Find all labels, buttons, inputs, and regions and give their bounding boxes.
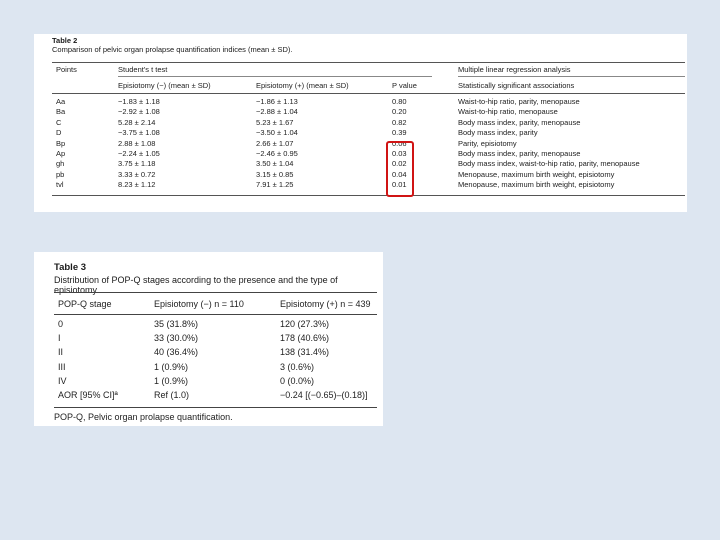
- cell-point: Ap: [56, 149, 66, 158]
- table-row: Aa −1.83 ± 1.18 −1.86 ± 1.13 0.80 Waist-to-h…: [34, 97, 687, 106]
- cell-associations: Waist-to-hip ratio, menopause: [458, 107, 558, 117]
- header-students-t: Student's t test: [118, 65, 168, 74]
- cell-t3-minus: 1 (0.9%): [154, 375, 189, 386]
- cell-point: tvl: [56, 180, 64, 190]
- header-regression: Multiple linear regression analysis: [458, 65, 571, 74]
- cell-associations: Parity, episiotomy: [458, 138, 517, 148]
- cell-epi-minus: 2.88 ± 1.08: [118, 138, 156, 148]
- cell-t3-minus: 40 (36.4%): [154, 347, 199, 358]
- header-epi-plus: Episiotomy (+) (mean ± SD): [256, 81, 349, 90]
- cell-epi-minus: −2.92 ± 1.08: [118, 107, 160, 117]
- cell-epi-minus: −2.24 ± 1.05: [118, 149, 160, 158]
- cell-epi-plus: 2.66 ± 1.07: [256, 138, 294, 148]
- cell-epi-plus: −3.50 ± 1.04: [256, 128, 298, 138]
- table-row: I 33 (30.0%) 178 (40.6%): [54, 333, 377, 345]
- cell-epi-minus: −3.75 ± 1.08: [118, 128, 160, 138]
- table-row: II 40 (36.4%) 138 (31.4%): [54, 347, 377, 359]
- header-stage: POP-Q stage: [58, 299, 112, 309]
- cell-associations: Menopause, maximum birth weight, episiot…: [458, 180, 615, 190]
- students-t-underline: [118, 76, 432, 77]
- table-row: D −3.75 ± 1.08 −3.50 ± 1.04 0.39 Body mass i…: [34, 128, 687, 137]
- cell-t3-plus: 120 (27.3%): [280, 319, 330, 329]
- cell-t3-minus: 1 (0.9%): [154, 361, 189, 372]
- table-row: III 1 (0.9%) 3 (0.6%): [54, 362, 377, 374]
- table-row: Bp 2.88 ± 1.08 2.66 ± 1.07 0.06 Parity, epis…: [34, 139, 687, 148]
- cell-epi-plus: 5.23 ± 1.67: [256, 117, 294, 127]
- cell-associations: Body mass index, parity, menopause: [458, 117, 581, 127]
- table-row: gh 3.75 ± 1.18 3.50 ± 1.04 0.02 Body mass in…: [34, 159, 687, 168]
- table-3-top-rule: [54, 292, 377, 293]
- cell-p-value: 0.39: [392, 128, 407, 138]
- header-points: Points: [56, 65, 77, 74]
- cell-t3-plus: 0 (0.0%): [280, 375, 315, 386]
- cell-t3-plus: 3 (0.6%): [280, 361, 315, 372]
- cell-stage: II: [58, 347, 64, 358]
- cell-epi-minus: 5.28 ± 2.14: [118, 117, 156, 127]
- table-row: tvl 8.23 ± 1.12 7.91 ± 1.25 0.01 Menopause, …: [34, 180, 687, 189]
- cell-point: gh: [56, 159, 65, 169]
- cell-associations: Waist-to-hip ratio, parity, menopause: [458, 97, 580, 106]
- cell-point: Ba: [56, 107, 66, 117]
- cell-epi-plus: −2.88 ± 1.04: [256, 107, 298, 117]
- cell-t3-minus: 33 (30.0%): [154, 333, 199, 344]
- table-row: IV 1 (0.9%) 0 (0.0%): [54, 376, 377, 388]
- regression-underline: [458, 76, 685, 77]
- table-row: Ba −2.92 ± 1.08 −2.88 ± 1.04 0.20 Waist-to-h…: [34, 107, 687, 116]
- table-row: C 5.28 ± 2.14 5.23 ± 1.67 0.82 Body mass ind…: [34, 118, 687, 127]
- cell-stage: III: [58, 361, 66, 372]
- cell-epi-minus: 3.33 ± 0.72: [118, 169, 156, 179]
- cell-associations: Body mass index, waist-to-hip ratio, par…: [458, 159, 640, 169]
- header-t3-minus: Episiotomy (−) n = 110: [154, 299, 244, 309]
- cell-point: pb: [56, 169, 65, 179]
- cell-t3-minus: 35 (31.8%): [154, 319, 199, 329]
- table-row: Ap −2.24 ± 1.05 −2.46 ± 0.95 0.03 Body mass …: [34, 149, 687, 158]
- header-epi-minus: Episiotomy (−) (mean ± SD): [118, 81, 211, 90]
- table-3-header-rule: [54, 314, 377, 315]
- header-t3-plus: Episiotomy (+) n = 439: [280, 299, 371, 309]
- p-value-highlight-box: [386, 141, 414, 197]
- cell-point: C: [56, 117, 62, 127]
- cell-epi-plus: 3.15 ± 0.85: [256, 169, 294, 179]
- cell-point: D: [56, 128, 62, 138]
- cell-stage: AOR [95% CI]ª: [58, 390, 118, 400]
- header-p-value: P value: [392, 81, 417, 90]
- cell-p-value: 0.80: [392, 97, 407, 106]
- table-3-bottom-rule: [54, 407, 377, 408]
- cell-point: Bp: [56, 138, 66, 148]
- header-associations: Statistically significant associations: [458, 81, 575, 90]
- table-3-panel: Table 3 Distribution of POP-Q stages acc…: [34, 252, 383, 426]
- cell-epi-plus: −2.46 ± 0.95: [256, 149, 298, 158]
- cell-epi-minus: 8.23 ± 1.12: [118, 180, 156, 190]
- cell-p-value: 0.20: [392, 107, 407, 117]
- table-2-header-rule: [52, 93, 685, 94]
- table-3-content: Table 3 Distribution of POP-Q stages acc…: [54, 252, 377, 426]
- cell-t3-plus: 178 (40.6%): [280, 333, 330, 344]
- table-2-caption: Comparison of pelvic organ prolapse quan…: [52, 45, 293, 54]
- cell-t3-plus: 138 (31.4%): [280, 347, 330, 358]
- cell-epi-plus: 3.50 ± 1.04: [256, 159, 294, 169]
- table-row: 0 35 (31.8%) 120 (27.3%): [54, 319, 377, 331]
- cell-p-value: 0.82: [392, 117, 407, 127]
- cell-stage: 0: [58, 319, 64, 329]
- table-2-bottom-rule: [52, 195, 685, 196]
- cell-t3-minus: Ref (1.0): [154, 390, 190, 400]
- table-row: pb 3.33 ± 0.72 3.15 ± 0.85 0.04 Menopause, m…: [34, 170, 687, 179]
- cell-point: Aa: [56, 97, 66, 106]
- cell-epi-minus: −1.83 ± 1.18: [118, 97, 160, 106]
- cell-associations: Body mass index, parity, menopause: [458, 149, 581, 158]
- table-3-footnote: POP-Q, Pelvic organ prolapse quantificat…: [54, 412, 233, 422]
- table-2-panel: Table 2 Comparison of pelvic organ prola…: [34, 34, 687, 212]
- table-row: AOR [95% CI]ª Ref (1.0) −0.24 [(−0.65)–(0.…: [54, 390, 377, 402]
- cell-associations: Menopause, maximum birth weight, episiot…: [458, 169, 615, 179]
- cell-epi-plus: 7.91 ± 1.25: [256, 180, 294, 190]
- cell-epi-plus: −1.86 ± 1.13: [256, 97, 298, 106]
- cell-stage: I: [58, 333, 61, 344]
- table-3-label: Table 3: [54, 262, 87, 273]
- cell-epi-minus: 3.75 ± 1.18: [118, 159, 156, 169]
- cell-associations: Body mass index, parity: [458, 128, 538, 138]
- cell-t3-plus: −0.24 [(−0.65)–(0.18)]: [280, 390, 368, 400]
- table-2-top-rule: [52, 62, 685, 63]
- table-2-label: Table 2: [52, 36, 78, 45]
- cell-stage: IV: [58, 375, 67, 386]
